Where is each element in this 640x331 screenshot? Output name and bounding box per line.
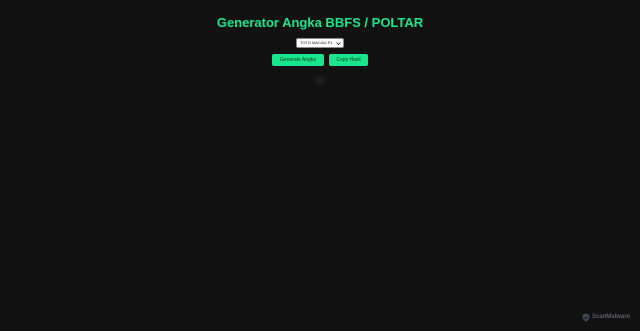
page-title: Generator Angka BBFS / POLTAR xyxy=(216,15,424,30)
generate-button[interactable]: Generate Angka xyxy=(272,54,324,66)
market-select-value: TOTO MACAU P1 xyxy=(300,40,333,45)
market-select[interactable]: TOTO MACAU P1 xyxy=(296,38,344,48)
copy-result-button[interactable]: Copy Hasil xyxy=(329,54,368,66)
result-output xyxy=(315,76,325,85)
watermark: ScanMalware xyxy=(582,312,630,322)
shield-icon xyxy=(582,312,590,322)
generator-page: Generator Angka BBFS / POLTAR TOTO MACAU… xyxy=(0,0,640,331)
market-select-wrapper: TOTO MACAU P1 xyxy=(296,38,344,48)
watermark-label: ScanMalware xyxy=(591,314,630,320)
chevron-down-icon xyxy=(336,42,341,46)
